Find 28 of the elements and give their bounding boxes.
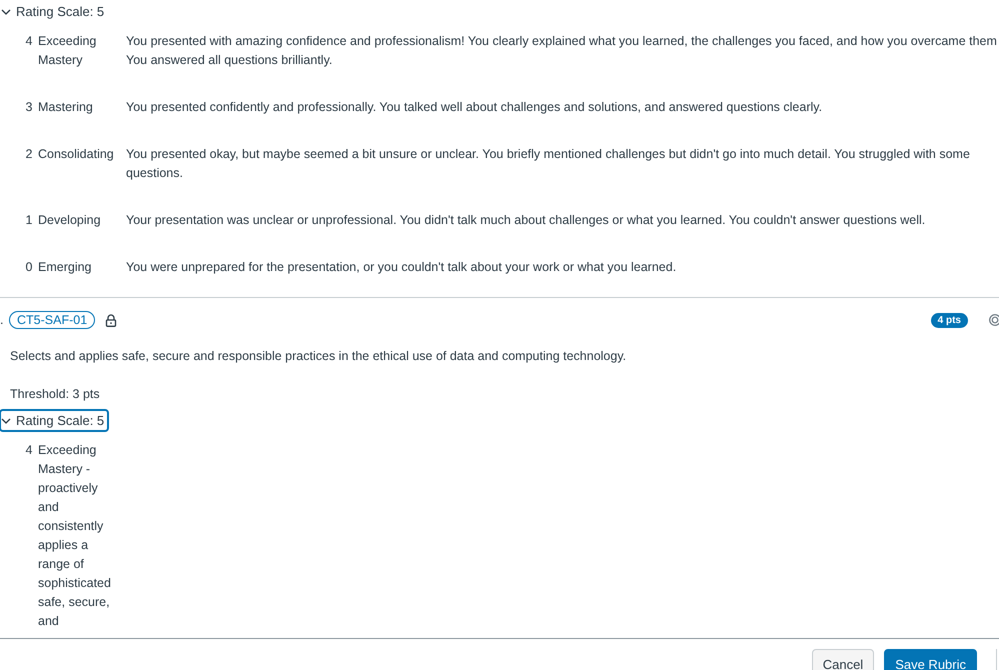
target-icon[interactable] [989, 314, 999, 326]
chevron-icon [1, 6, 11, 16]
rating-points: 1 [24, 212, 34, 229]
rating-name: Developing [38, 212, 102, 229]
points-badge: 4 pts [930, 312, 968, 328]
rating-name: Exceeding Mastery [38, 33, 98, 69]
rating-name: Consolidating [38, 146, 115, 163]
rating-points: 4 [24, 33, 34, 50]
chevron-icon [1, 416, 11, 426]
rating-points: 3 [24, 99, 34, 116]
rating-description: You were unprepared for the presentation, or you couldn't talk about your work or what you learned. [126, 259, 678, 276]
rating-description: You presented with amazing confidence and professionalism! You clearly explained what you learned, the challenges you faced, and how you overcame them You answered all questions brilliantly. [126, 33, 998, 69]
rating-scale-toggle[interactable]: Rating Scale: 5 [0, 409, 110, 432]
criterion-description: Selects and applies safe, secure and responsible practices in the ethical use of data and computing technology. [9, 348, 628, 365]
outcome-tag: CT5-SAF-01 [9, 311, 96, 329]
save-button[interactable]: Save Rubric [884, 649, 977, 670]
rating-points: 4 [24, 442, 34, 459]
rating-description: Your presentation was unclear or unprofessional. You didn't talk much about challenges or what you learned. You couldn't answer questions well. [126, 212, 926, 229]
row-marker: . [0, 313, 4, 327]
cancel-button[interactable]: Cancel [812, 649, 874, 670]
threshold-text: Threshold: 3 pts [9, 386, 101, 403]
rating-description: You presented okay, but maybe seemed a bit unsure or unclear. You briefly mentioned challenges but didn't go into much detail. You struggled with some questions. [126, 146, 971, 182]
rating-name: Exceeding Mastery - proactively and consistently applies a range of sophisticated safe, secure, and [38, 442, 112, 630]
rating-points: 2 [24, 146, 34, 163]
rating-description: You presented confidently and professionally. You talked well about challenges and solutions, and answered questions clearly. [126, 99, 824, 116]
rating-name: Emerging [38, 259, 92, 276]
rating-points: 0 [24, 259, 34, 276]
rating-name: Mastering [38, 99, 94, 116]
